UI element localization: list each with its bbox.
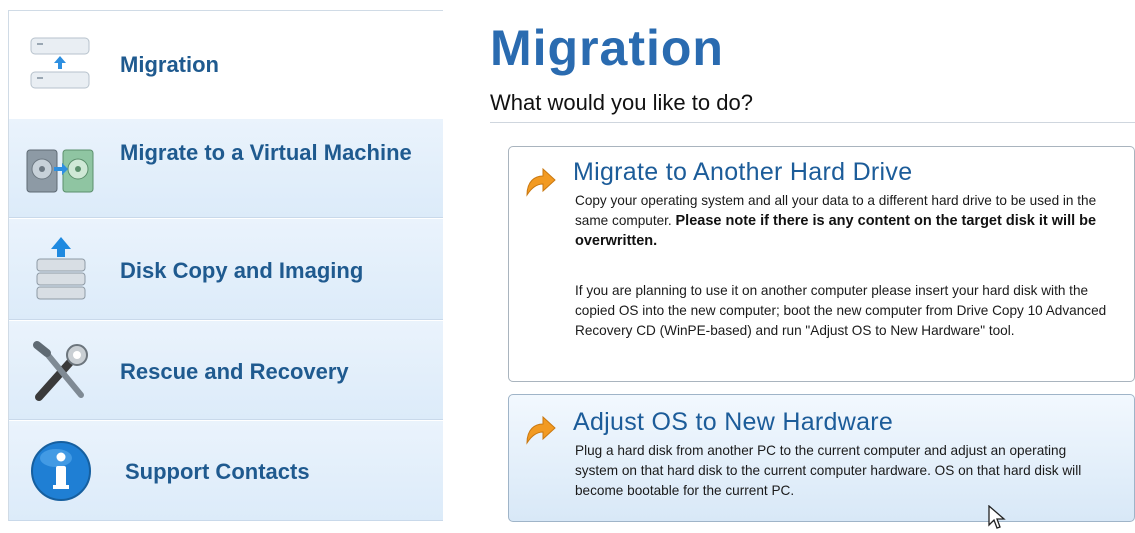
option-description: Copy your operating system and all your … [575,193,1097,249]
tools-icon [23,337,99,407]
sidebar: Migration Migrate to a Virtual Machine D… [8,10,443,521]
sidebar-item-label: Migrate to a Virtual Machine [120,140,412,165]
sidebar-item-label: Support Contacts [125,459,310,484]
sidebar-item-rescue[interactable]: Rescue and Recovery [9,320,443,420]
sidebar-item-support[interactable]: Support Contacts [9,420,443,521]
virtual-machine-icon [23,134,99,204]
option-title: Adjust OS to New Hardware [573,408,894,436]
disk-stack-icon [23,235,99,305]
sidebar-item-label: Disk Copy and Imaging [120,258,364,283]
sidebar-item-virtual-machine[interactable]: Migrate to a Virtual Machine [9,118,443,218]
option-note: If you are planning to use it on another… [575,283,1107,338]
info-icon [23,436,99,506]
title-divider [490,122,1135,123]
option-description: Plug a hard disk from another PC to the … [575,443,1082,498]
orange-arrow-icon [526,415,556,445]
migration-drives-icon [23,30,99,100]
sidebar-item-migration[interactable]: Migration [9,11,443,118]
option-title: Migrate to Another Hard Drive [573,158,913,186]
option-adjust-os[interactable]: Adjust OS to New Hardware Plug a hard di… [508,394,1135,522]
sidebar-item-label: Migration [120,52,219,77]
option-migrate-hard-drive[interactable]: Migrate to Another Hard Drive Copy your … [508,146,1135,382]
mouse-cursor-icon [988,505,1006,529]
page-title: Migration [490,20,724,76]
page-subtitle: What would you like to do? [490,90,753,115]
orange-arrow-icon [526,167,556,197]
sidebar-item-label: Rescue and Recovery [120,359,349,384]
sidebar-item-disk-copy[interactable]: Disk Copy and Imaging [9,218,443,320]
